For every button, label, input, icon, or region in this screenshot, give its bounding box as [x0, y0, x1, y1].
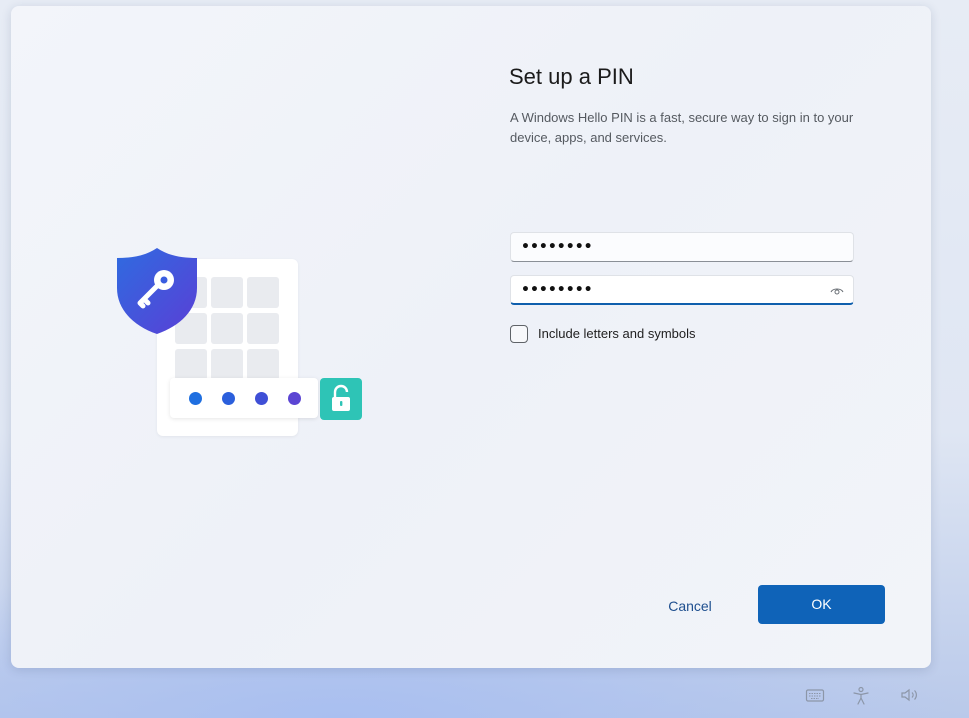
ok-button[interactable]: OK: [758, 585, 885, 624]
page-description: A Windows Hello PIN is a fast, secure wa…: [510, 110, 854, 145]
include-letters-checkbox[interactable]: [510, 325, 528, 343]
pin-input-value: ••••••••: [521, 239, 593, 255]
confirm-pin-input[interactable]: ••••••••: [510, 275, 854, 305]
keyboard-icon[interactable]: [805, 686, 825, 709]
keypad-key: [175, 349, 207, 380]
pin-dot: [189, 392, 202, 405]
pin-illustration: [104, 241, 364, 441]
keypad-key: [247, 313, 279, 344]
pin-dot: [288, 392, 301, 405]
keypad-key: [211, 349, 243, 380]
pin-input[interactable]: ••••••••: [510, 232, 854, 262]
pin-dot: [222, 392, 235, 405]
page-title: Set up a PIN: [509, 64, 634, 89]
confirm-pin-input-value: ••••••••: [521, 282, 593, 298]
keypad-key: [211, 313, 243, 344]
keypad-key: [247, 277, 279, 308]
keypad-key: [211, 277, 243, 308]
unlock-icon: [320, 378, 362, 420]
shield-key-icon: [114, 246, 200, 341]
keypad-key: [247, 349, 279, 380]
pin-dot: [255, 392, 268, 405]
accessibility-icon[interactable]: [852, 686, 870, 711]
volume-icon[interactable]: [900, 686, 922, 709]
pin-dots-bar: [170, 378, 318, 418]
reveal-password-icon[interactable]: [830, 284, 844, 302]
include-letters-label: Include letters and symbols: [538, 326, 696, 341]
cancel-button[interactable]: Cancel: [650, 590, 730, 622]
